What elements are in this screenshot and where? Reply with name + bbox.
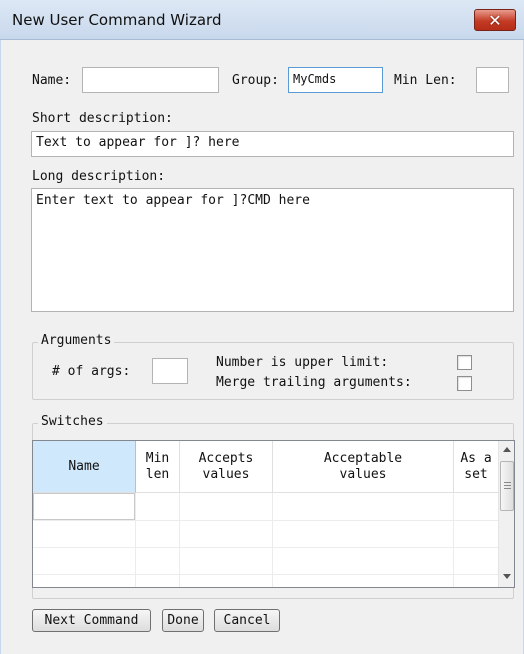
grip-line <box>504 488 511 489</box>
grip-line <box>504 485 511 486</box>
column-header-as-a-set[interactable]: As a set <box>454 441 499 493</box>
window-title: New User Command Wizard <box>12 11 222 29</box>
close-icon: ✕ <box>488 10 502 30</box>
done-button[interactable]: Done <box>162 609 204 632</box>
long-description-label: Long description: <box>32 169 166 184</box>
column-header-name[interactable]: Name <box>33 441 136 493</box>
title-bar[interactable]: New User Command Wizard ✕ <box>0 0 524 40</box>
num-args-label: # of args: <box>52 364 131 379</box>
close-button[interactable]: ✕ <box>474 9 516 31</box>
merge-trailing-checkbox[interactable] <box>457 376 472 391</box>
scroll-down-icon[interactable] <box>503 574 511 579</box>
switches-group-title: Switches <box>38 414 107 430</box>
column-header-min-len[interactable]: Min len <box>136 441 180 493</box>
name-input[interactable] <box>82 67 219 93</box>
short-description-label: Short description: <box>32 111 173 126</box>
column-header-accepts-values[interactable]: Accepts values <box>180 441 273 493</box>
table-row[interactable] <box>33 547 499 548</box>
name-label: Name: <box>32 73 72 88</box>
long-description-textarea[interactable]: Enter text to appear for ]?CMD here <box>31 188 514 312</box>
arguments-group-title: Arguments <box>38 333 115 349</box>
switches-grid[interactable]: Name Min len Accepts values Acceptable v… <box>32 440 515 588</box>
grip-line <box>504 482 511 483</box>
vertical-scrollbar[interactable] <box>498 441 514 587</box>
merge-trailing-label: Merge trailing arguments: <box>216 375 412 390</box>
num-args-input[interactable] <box>152 358 188 384</box>
next-command-button[interactable]: Next Command <box>32 609 151 632</box>
cancel-button[interactable]: Cancel <box>214 609 280 632</box>
scroll-up-icon[interactable] <box>503 447 511 452</box>
group-input[interactable]: MyCmds <box>288 67 383 93</box>
upper-limit-label: Number is upper limit: <box>216 355 389 370</box>
wizard-window: New User Command Wizard ✕ Name: Group: M… <box>0 0 524 654</box>
short-description-input[interactable]: Text to appear for ]? here <box>31 131 514 157</box>
table-row[interactable] <box>33 574 499 575</box>
column-header-acceptable-values[interactable]: Acceptable values <box>273 441 454 493</box>
min-len-label: Min Len: <box>394 73 457 88</box>
name-cell-editor[interactable] <box>33 493 135 520</box>
min-len-input[interactable] <box>476 67 509 93</box>
table-row[interactable] <box>33 520 499 521</box>
upper-limit-checkbox[interactable] <box>457 355 472 370</box>
group-label: Group: <box>232 73 279 88</box>
scrollbar-thumb[interactable] <box>500 461 514 511</box>
